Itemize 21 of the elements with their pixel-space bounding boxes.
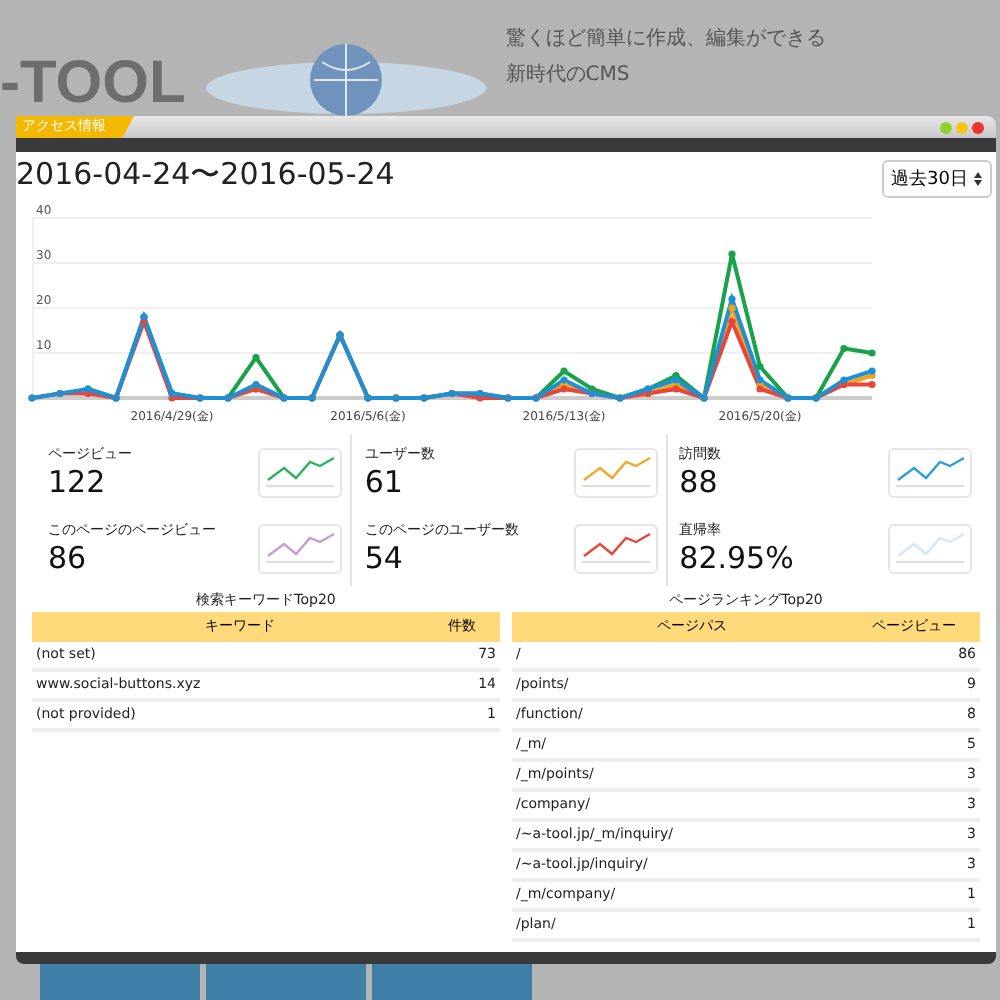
stat-value: 82.95% <box>679 540 794 576</box>
up-down-caret-icon <box>974 172 982 186</box>
stat-value: 122 <box>48 464 108 500</box>
stat-value: 54 <box>364 540 405 576</box>
data-point <box>868 349 876 357</box>
stat-value: 86 <box>48 540 89 576</box>
logo: -TOOL <box>0 54 186 114</box>
date-range: 2016-04-24〜2016-05-24 <box>16 156 395 192</box>
data-point <box>840 344 848 353</box>
data-point <box>756 362 764 371</box>
stat-value: 88 <box>679 464 720 500</box>
data-point <box>728 317 736 326</box>
minimize-icon[interactable] <box>940 121 952 133</box>
stat-value: 61 <box>364 464 405 500</box>
data-point <box>728 250 736 258</box>
tagline: 新時代のCMS <box>505 61 632 88</box>
data-point <box>252 353 260 362</box>
maximize-icon[interactable] <box>956 121 968 133</box>
close-icon[interactable] <box>972 121 984 133</box>
tagline: 驚くほど簡単に作成、編集ができる <box>505 25 826 52</box>
period-select[interactable]: 過去30日 <box>881 160 992 198</box>
